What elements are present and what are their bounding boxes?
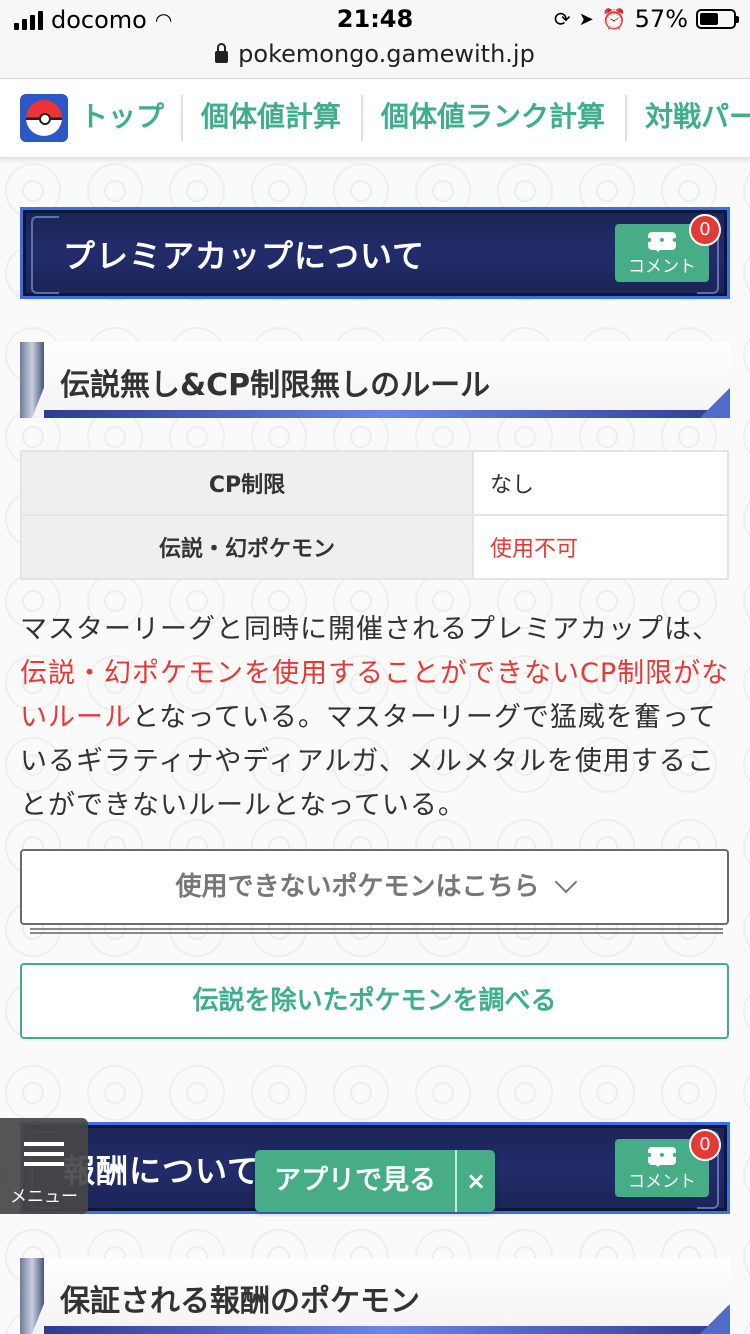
section-title: プレミアカップについて [63,237,426,275]
subsection-title: 伝説無し&CP制限無しのルール [60,368,491,403]
address-bar[interactable]: pokemongo.gamewith.jp [0,40,750,79]
menu-label: メニュー [10,1187,78,1207]
section-title: 報酬について [63,1152,261,1190]
divider [30,928,723,934]
site-logo[interactable] [20,94,68,142]
subsection-heading: 伝説無し&CP制限無しのルール [20,342,730,418]
table-value-cell: なし [472,450,729,516]
open-in-app-banner: アプリで見る × [255,1150,495,1212]
table-row: 伝説・幻ポケモン 使用不可 [20,514,729,580]
rules-table: CP制限 なし 伝説・幻ポケモン 使用不可 [20,450,729,580]
table-row: CP制限 なし [20,450,729,516]
subsection-heading: 保証される報酬のポケモン [20,1258,730,1334]
comment-label: コメント [628,1172,696,1192]
nav-item-iv-calc[interactable]: 個体値計算 [201,79,341,157]
lock-icon [215,43,229,63]
show-banned-pokemon-button[interactable]: 使用できないポケモンはこちら [20,849,729,925]
comment-button[interactable]: • • • コメント 0 [615,214,721,282]
close-icon[interactable]: × [457,1150,495,1212]
open-in-app-button[interactable]: アプリで見る [255,1150,455,1212]
hamburger-icon [24,1142,64,1166]
section-heading-premier-cup: プレミアカップについて • • • コメント 0 [20,207,730,299]
menu-button[interactable]: メニュー [0,1118,88,1214]
table-value-cell: 使用不可 [472,514,729,580]
comment-count-badge: 0 [689,1129,721,1161]
button-label: 使用できないポケモンはこちら [175,872,540,902]
alarm-icon: ⏰ [601,7,627,31]
nav-item-battle-party[interactable]: 対戦パー [645,79,750,157]
subsection-title: 保証される報酬のポケモン [60,1284,420,1319]
location-icon: ➤ [578,8,594,30]
comment-count-badge: 0 [689,214,721,246]
button-label: 伝説を除いたポケモンを調べる [192,986,557,1016]
description-paragraph: マスターリーグと同時に開催されるプレミアカップは、伝説・幻ポケモンを使用すること… [20,614,730,821]
nav-item-top[interactable]: トップ [80,79,164,157]
nav-item-iv-rank-calc[interactable]: 個体値ランク計算 [381,79,605,157]
status-bar: docomo ◠ 21:48 ⟳ ➤ ⏰ 57% [0,0,750,40]
nav-divider [625,95,627,141]
orientation-lock-icon: ⟳ [553,7,571,31]
url-text: pokemongo.gamewith.jp [238,40,535,68]
comment-label: コメント [628,257,696,277]
table-header-cell: 伝説・幻ポケモン [20,514,474,580]
site-nav: トップ 個体値計算 個体値ランク計算 対戦パー [0,79,750,159]
table-header-cell: CP制限 [20,450,474,516]
nav-divider [181,95,183,141]
battery-percent: 57% [634,5,688,33]
search-non-legendary-button[interactable]: 伝説を除いたポケモンを調べる [20,963,729,1039]
banner-decoration [31,216,59,294]
battery-icon [696,9,739,29]
nav-divider [361,95,363,141]
pokeball-icon [26,100,62,136]
chevron-down-icon [554,870,577,894]
comment-button[interactable]: • • • コメント 0 [615,1129,721,1197]
